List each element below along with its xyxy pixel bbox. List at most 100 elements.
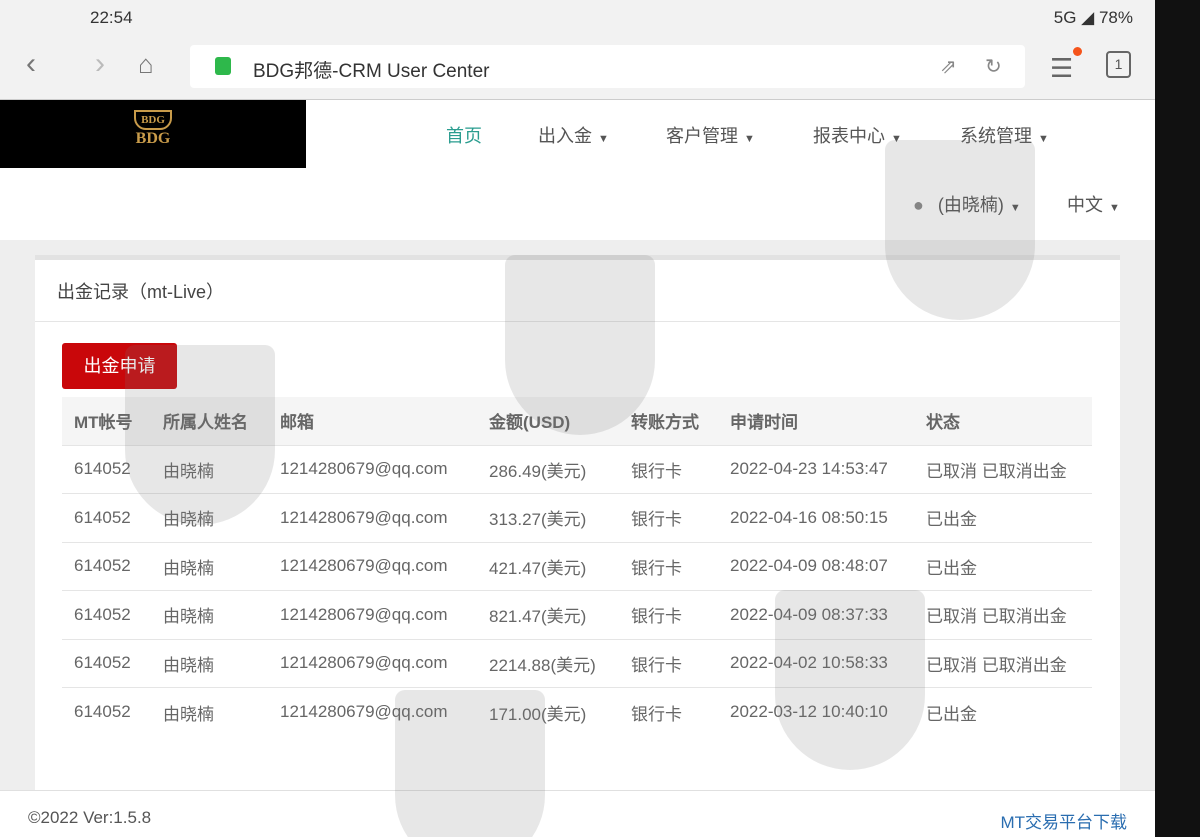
withdrawal-records-card: 出金记录（mt-Live） 出金申请 MT帐号 所属人姓名 邮箱 金额(USD) 转账方… — [35, 255, 1120, 790]
logo-text: BDG — [135, 130, 171, 147]
screen: 22:54 5G ◢ 78% ‹ › ⌂ BDG邦德-CRM User Cent… — [0, 0, 1155, 837]
table-cell: 1214280679@qq.com — [268, 541, 477, 591]
lock-icon — [215, 57, 231, 75]
table-cell: 614052 — [62, 493, 151, 542]
browser-toolbar: ‹ › ⌂ BDG邦德-CRM User Center ⇗ ↻ ☰ 1 — [0, 35, 1155, 100]
language-label: 中文 — [1067, 195, 1103, 215]
table-cell: 已取消 已取消出金 — [914, 444, 1092, 494]
table-cell: 银行卡 — [619, 444, 718, 494]
tab-count-button[interactable]: 1 — [1106, 51, 1131, 78]
column-header: 申请时间 — [718, 397, 914, 445]
notification-dot — [1073, 47, 1082, 56]
column-header: 所属人姓名 — [151, 397, 268, 445]
nav-label: 系统管理 — [960, 126, 1032, 146]
caret-down-icon: ▼ — [1038, 133, 1049, 145]
table-row: 614052 由晓楠 1214280679@qq.com 421.47(美元) 银行卡 2… — [62, 541, 1092, 591]
table-cell: 由晓楠 — [151, 541, 268, 591]
mt-download-link[interactable]: MT交易平台下载 — [1000, 808, 1127, 833]
table-cell: 银行卡 — [619, 541, 718, 591]
table-cell: 由晓楠 — [151, 444, 268, 494]
nav-system[interactable]: 系统管理 ▼ — [960, 122, 1049, 148]
site-header: BDG BDG 首页 出入金 ▼ 客户管理 ▼ 报表中心 ▼ 系统管理 ▼ ● (由晓楠) ▼… — [0, 100, 1155, 240]
table-cell: 1214280679@qq.com — [268, 493, 477, 542]
table-row: 614052 由晓楠 1214280679@qq.com 821.47(美元) 银行卡 2… — [62, 590, 1092, 639]
table-cell: 614052 — [62, 541, 151, 591]
caret-down-icon: ▼ — [1009, 202, 1021, 214]
user-icon: ● — [913, 195, 924, 215]
logo[interactable]: BDG BDG — [0, 100, 306, 168]
caret-down-icon: ▼ — [891, 133, 902, 145]
table-cell: 2214.88(美元) — [477, 638, 619, 688]
caret-down-icon: ▼ — [1109, 202, 1120, 214]
table-row: 614052 由晓楠 1214280679@qq.com 313.27(美元) 银行卡 2… — [62, 493, 1092, 542]
nav-reports[interactable]: 报表中心 ▼ — [813, 122, 902, 148]
table-cell: 已取消 已取消出金 — [914, 590, 1092, 639]
table-header-row: MT帐号 所属人姓名 邮箱 金额(USD) 转账方式 申请时间 状态 — [62, 397, 1092, 445]
withdraw-apply-button[interactable]: 出金申请 — [62, 343, 177, 389]
table-cell: 银行卡 — [619, 493, 718, 542]
column-header: 金额(USD) — [477, 397, 619, 445]
table-row: 614052 由晓楠 1214280679@qq.com 171.00(美元) 银行卡 2… — [62, 687, 1092, 736]
table-cell: 1214280679@qq.com — [268, 444, 477, 494]
column-header: MT帐号 — [62, 397, 151, 445]
forward-icon[interactable]: › — [95, 47, 105, 81]
nav-deposit-withdraw[interactable]: 出入金 ▼ — [538, 122, 609, 148]
table-cell: 1214280679@qq.com — [268, 687, 477, 736]
nav-label: 首页 — [446, 126, 482, 146]
table-cell: 614052 — [62, 638, 151, 688]
home-icon[interactable]: ⌂ — [138, 49, 154, 80]
table-cell: 171.00(美元) — [477, 687, 619, 736]
nav-label: 报表中心 — [813, 126, 885, 146]
table-cell: 2022-03-12 10:40:10 — [718, 687, 914, 736]
column-header: 邮箱 — [268, 397, 477, 445]
caret-down-icon: ▼ — [744, 133, 755, 145]
table-cell: 由晓楠 — [151, 687, 268, 736]
share-icon[interactable]: ⇗ — [940, 54, 957, 79]
table-cell: 1214280679@qq.com — [268, 638, 477, 688]
withdrawal-table: MT帐号 所属人姓名 邮箱 金额(USD) 转账方式 申请时间 状态 614052 由晓楠 12… — [62, 397, 1092, 736]
page-title: BDG邦德-CRM User Center — [253, 61, 490, 82]
status-indicators: 5G ◢ 78% — [1053, 8, 1133, 27]
status-bar: 22:54 5G ◢ 78% — [0, 0, 1155, 35]
table-cell: 614052 — [62, 444, 151, 494]
user-menu[interactable]: ● (由晓楠) ▼ — [913, 191, 1021, 217]
table-cell: 1214280679@qq.com — [268, 590, 477, 639]
column-header: 状态 — [914, 397, 1092, 445]
table-cell: 286.49(美元) — [477, 444, 619, 494]
table-cell: 银行卡 — [619, 687, 718, 736]
version-text: ©2022 Ver:1.5.8 — [28, 808, 152, 827]
address-bar[interactable]: BDG邦德-CRM User Center ⇗ ↻ — [190, 45, 1025, 88]
back-icon[interactable]: ‹ — [26, 47, 36, 81]
footer: ©2022 Ver:1.5.8 MT交易平台下载 — [0, 790, 1155, 837]
table-cell: 2022-04-16 08:50:15 — [718, 493, 914, 542]
table-cell: 由晓楠 — [151, 590, 268, 639]
table-cell: 由晓楠 — [151, 493, 268, 542]
nav-label: 出入金 — [538, 126, 592, 146]
table-cell: 614052 — [62, 590, 151, 639]
table-row: 614052 由晓楠 1214280679@qq.com 2214.88(美元) 银行卡… — [62, 638, 1092, 688]
table-cell: 2022-04-09 08:37:33 — [718, 590, 914, 639]
logo-shield-icon: BDG — [134, 110, 172, 130]
table-cell: 由晓楠 — [151, 638, 268, 688]
menu-icon[interactable]: ☰ — [1050, 53, 1073, 84]
table-cell: 已取消 已取消出金 — [914, 638, 1092, 688]
table-cell: 821.47(美元) — [477, 590, 619, 639]
user-name: (由晓楠) — [937, 195, 1004, 215]
table-cell: 银行卡 — [619, 590, 718, 639]
table-cell: 已出金 — [914, 687, 1092, 736]
table-cell: 银行卡 — [619, 638, 718, 688]
table-cell: 614052 — [62, 687, 151, 736]
nav-customers[interactable]: 客户管理 ▼ — [666, 122, 755, 148]
table-cell: 421.47(美元) — [477, 541, 619, 591]
reload-icon[interactable]: ↻ — [985, 54, 1002, 79]
nav-label: 客户管理 — [666, 126, 738, 146]
nav-home[interactable]: 首页 — [446, 122, 482, 148]
caret-down-icon: ▼ — [598, 133, 609, 145]
table-cell: 2022-04-09 08:48:07 — [718, 541, 914, 591]
card-title: 出金记录（mt-Live） — [35, 260, 1120, 322]
column-header: 转账方式 — [619, 397, 718, 445]
table-row: 614052 由晓楠 1214280679@qq.com 286.49(美元) 银行卡 2… — [62, 444, 1092, 494]
language-menu[interactable]: 中文 ▼ — [1067, 191, 1120, 217]
status-time: 22:54 — [90, 8, 133, 27]
table-cell: 313.27(美元) — [477, 493, 619, 542]
